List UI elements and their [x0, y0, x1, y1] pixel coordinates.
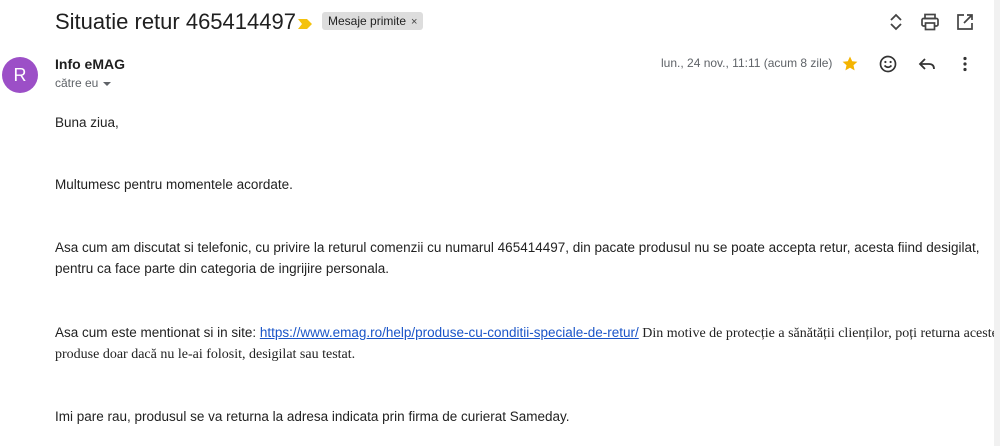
reply-icon[interactable] [917, 54, 937, 74]
message-date: lun., 24 nov., 11:11 (acum 8 zile) [661, 56, 833, 70]
body-thanks: Multumesc pentru momentele acordate. [55, 177, 293, 192]
sender-name[interactable]: Info eMAG [55, 56, 125, 72]
print-icon[interactable] [920, 12, 940, 32]
label-chip-text: Mesaje primite [328, 14, 407, 28]
emoji-icon[interactable] [878, 54, 898, 74]
body-paragraph-2-line-2: produse doar dacă nu le-ai folosit, desi… [55, 347, 356, 362]
scrollbar[interactable] [994, 0, 1000, 446]
subject-row: Situatie retur 465414497 Mesaje primite × [0, 0, 1000, 44]
email-subject: Situatie retur 465414497 [55, 9, 296, 34]
help-link[interactable]: https://www.emag.ro/help/produse-cu-cond… [260, 325, 639, 340]
label-remove-icon[interactable]: × [411, 16, 417, 28]
label-chip-inbox[interactable]: Mesaje primite × [322, 12, 424, 30]
recipients-label: către eu [55, 76, 99, 90]
more-vert-icon[interactable] [955, 54, 975, 74]
open-new-window-icon[interactable] [955, 12, 975, 32]
recipients-details[interactable]: către eu [55, 76, 112, 90]
body-paragraph-1-line-2: pentru ca face parte din categoria de in… [55, 261, 389, 276]
paragraph-2-prefix: Asa cum este mentionat si in site: [55, 325, 260, 340]
expand-collapse-icon[interactable] [886, 12, 906, 32]
body-greeting: Buna ziua, [55, 115, 119, 130]
body-paragraph-2-line-1: Asa cum este mentionat si in site: https… [55, 322, 998, 345]
star-icon[interactable] [840, 54, 860, 74]
caret-down-icon[interactable] [103, 81, 112, 86]
avatar[interactable]: R [2, 57, 38, 93]
body-paragraph-1-line-1: Asa cum am discutat si telefonic, cu pri… [55, 240, 980, 255]
body-paragraph-3: Imi pare rau, produsul se va returna la … [55, 409, 570, 424]
importance-marker-icon[interactable] [298, 16, 312, 29]
paragraph-2-quote: Din motive de protecție a sănătății clie… [638, 326, 998, 341]
